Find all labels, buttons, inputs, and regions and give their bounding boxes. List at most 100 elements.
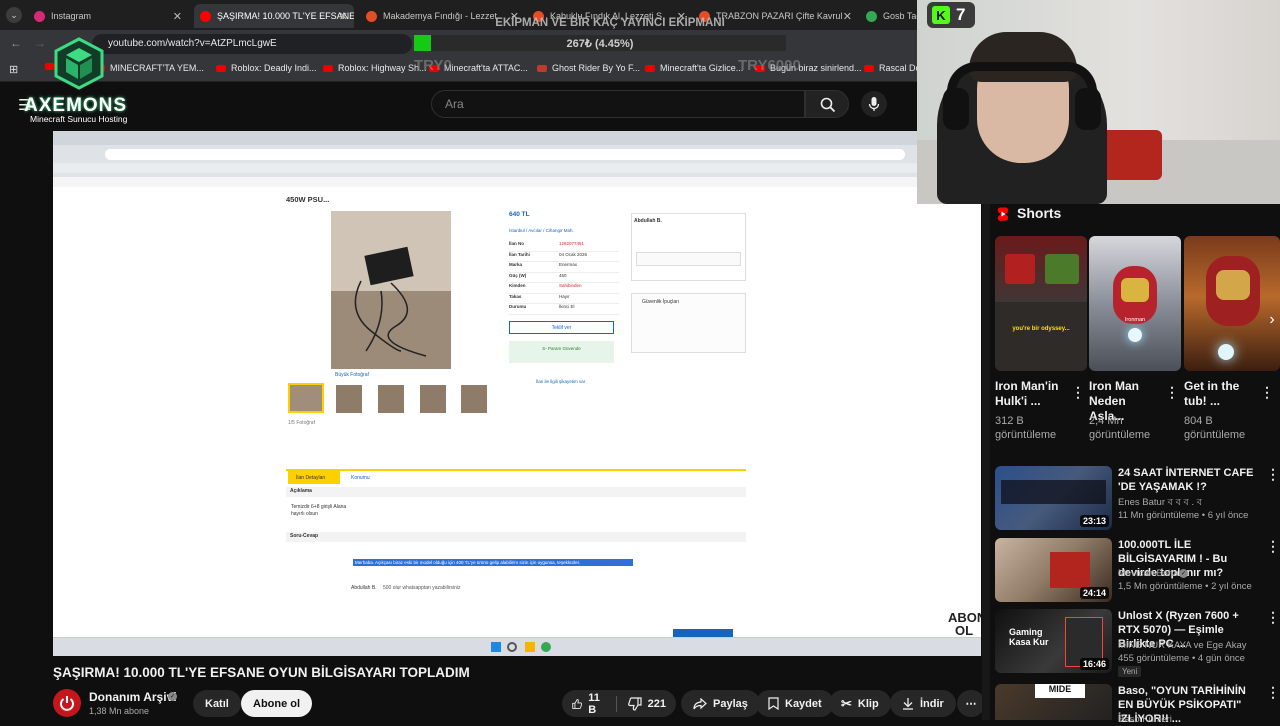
forward-icon[interactable]: → (34, 36, 46, 50)
save-button[interactable]: Kaydet (756, 690, 834, 717)
video-duration: 16:46 (1079, 658, 1109, 670)
scissors-icon: ✂ (841, 695, 852, 711)
video-channel[interactable]: Mevtcan Bahav (1118, 567, 1183, 580)
spec-row: Kimden Sahibinden (509, 283, 619, 294)
more-actions-button[interactable]: ⋯ (957, 690, 985, 717)
goal-progress-text: 267₺ (4.45%) (566, 38, 634, 50)
more-icon[interactable]: ⋮ (1266, 538, 1280, 555)
video-thumbnail[interactable]: 23:13 (995, 466, 1112, 530)
tab-listing-details[interactable]: İlan Detayları (288, 471, 340, 484)
youtube-icon (645, 64, 655, 72)
channel-name[interactable]: Donanım Arşivi (89, 690, 177, 704)
thumbnail[interactable] (461, 385, 487, 413)
tab-search-icon[interactable]: ⌄ (6, 7, 22, 23)
seller-name: Abdullah B. (634, 218, 662, 224)
shorts-heading: Shorts (1017, 205, 1062, 221)
close-icon[interactable]: ✕ (173, 10, 182, 23)
bookmark-item[interactable]: Roblox: Highway Sh... (323, 63, 427, 73)
more-icon[interactable]: ⋮ (1071, 384, 1085, 401)
tab-location[interactable]: Konumu (351, 475, 370, 481)
search-input[interactable]: Ara (431, 90, 805, 118)
more-icon[interactable]: ⋮ (1260, 384, 1274, 401)
thumbnail[interactable] (378, 385, 404, 413)
power-logo-icon (60, 696, 74, 711)
short-title[interactable]: Iron Man'in Hulk'i ... (995, 379, 1067, 409)
photo-thumbnails (286, 381, 496, 419)
tab-youtube-video[interactable]: ŞAŞIRMA! 10.000 TL'YE EFSANE ✕ (194, 4, 354, 28)
thumbnail[interactable] (336, 385, 362, 413)
channel-avatar[interactable] (53, 689, 81, 717)
video-channel[interactable]: Enes Batur ব ব ব . ব (1118, 496, 1268, 509)
share-icon (693, 697, 707, 709)
product-photo[interactable] (331, 211, 451, 369)
offer-button[interactable]: Teklif ver (509, 321, 614, 334)
sponsor-tagline: Minecraft Sunucu Hosting (30, 114, 128, 124)
voice-search-button[interactable] (861, 91, 887, 117)
large-photo-link[interactable]: Büyük Fotoğraf (335, 372, 369, 378)
short-card[interactable]: Ironman (1089, 236, 1181, 371)
thumbnail[interactable] (420, 385, 446, 413)
join-button[interactable]: Katıl (193, 690, 241, 717)
clip-button[interactable]: ✂ Klip (829, 690, 891, 717)
verified-icon: ✓ (168, 692, 177, 701)
url-text: youtube.com/watch?v=AtZPLmcLgwE (108, 38, 277, 49)
cube-logo-icon (54, 37, 104, 90)
youtube-icon (864, 64, 874, 72)
microphone-icon (868, 97, 880, 111)
video-thumbnail[interactable]: 24:14 (995, 538, 1112, 602)
short-caption: you're bir odyssey... (1012, 326, 1070, 332)
video-thumbnail[interactable]: MIDE (995, 684, 1112, 720)
video-channel[interactable]: MINE NUR KAYA ve Ege Akay (1118, 639, 1268, 652)
bookmark-item[interactable]: Ghost Rider By Yo F... (537, 63, 640, 73)
bookmark-item[interactable]: Roblox: Deadly Indi... (216, 63, 317, 73)
apps-grid-icon[interactable]: ⊞ (9, 63, 18, 76)
spec-value: 04 Ocak 2026 (559, 251, 588, 257)
recorded-taskbar (53, 638, 981, 656)
highlighted-question[interactable]: Merhaba. Açıkçası biraz eski bir model o… (353, 559, 633, 566)
youtube-icon (323, 64, 333, 72)
short-card[interactable]: you're bir odyssey... (995, 236, 1087, 371)
tab-gosb[interactable]: Gosb Tadım (860, 4, 920, 28)
video-thumbnail[interactable]: Gaming Kasa Kur 16:46 (995, 609, 1112, 673)
spec-row: Durumu İkinci El (509, 304, 619, 315)
video-meta: 1,5 Mn görüntüleme • 2 yıl önce (1118, 581, 1252, 592)
address-field[interactable]: youtube.com/watch?v=AtZPLmcLgwE (92, 34, 412, 54)
report-link[interactable]: İlan ile ilgili şikayetim var (536, 379, 585, 384)
close-icon[interactable]: ✕ (843, 10, 852, 23)
back-icon[interactable]: ← (10, 36, 22, 50)
browser-tab-strip: ⌄ Instagram ✕ ŞAŞIRMA! 10.000 TL'YE EFSAN… (0, 0, 920, 30)
kick-logo-icon: K (932, 6, 950, 24)
short-card[interactable] (1184, 236, 1280, 371)
thumbnail[interactable] (288, 383, 324, 413)
more-icon[interactable]: ⋮ (1266, 609, 1280, 626)
bookmark-item[interactable]: Minecraft'ta Gizlice... (645, 63, 743, 73)
more-icon[interactable]: ⋮ (1165, 384, 1179, 401)
thumbs-up-icon (572, 698, 583, 709)
like-button[interactable]: 11 B (572, 692, 605, 716)
video-title: ŞAŞIRMA! 10.000 TL'YE EFSANE OYUN BİLGİS… (53, 665, 470, 680)
download-button[interactable]: İndir (890, 690, 956, 717)
chevron-right-icon[interactable]: › (1262, 308, 1280, 332)
more-icon[interactable]: ⋮ (1266, 684, 1280, 701)
short-title[interactable]: Get in the tub! ... (1184, 379, 1256, 409)
subscribe-button[interactable]: Abone ol (241, 690, 313, 717)
video-player[interactable]: 450W PSU... Büyük Fotoğraf 1/5 Fotoğraf … (53, 131, 981, 639)
video-title-link[interactable]: 24 SAAT İNTERNET CAFE 'DE YAŞAMAK !? (1118, 466, 1260, 494)
share-button[interactable]: Paylaş (681, 690, 760, 717)
dislike-button[interactable]: 221 (627, 696, 666, 711)
more-icon[interactable]: ⋮ (1266, 466, 1280, 483)
subscribe-watermark[interactable]: ABONE OL (948, 611, 981, 639)
tab-instagram[interactable]: Instagram ✕ (28, 4, 188, 28)
search-button[interactable] (805, 90, 849, 118)
windows-start-icon (491, 642, 501, 652)
spec-value: 450 (559, 272, 567, 278)
short-views: 804 B görüntüleme (1184, 415, 1246, 441)
spec-value: 1282077451 (559, 241, 585, 246)
close-icon[interactable]: ✕ (339, 10, 348, 23)
page-scrollbar[interactable] (982, 204, 990, 720)
bookmark-item[interactable]: MINECRAFT'TA YEM... (95, 63, 204, 73)
seller-card: Abdullah B. (631, 213, 746, 281)
spec-row: İlan Tarihi 04 Ocak 2026 (509, 251, 619, 262)
phone-box[interactable] (636, 252, 741, 266)
safety-tips-card: Güvenlik İpuçları (631, 293, 746, 353)
